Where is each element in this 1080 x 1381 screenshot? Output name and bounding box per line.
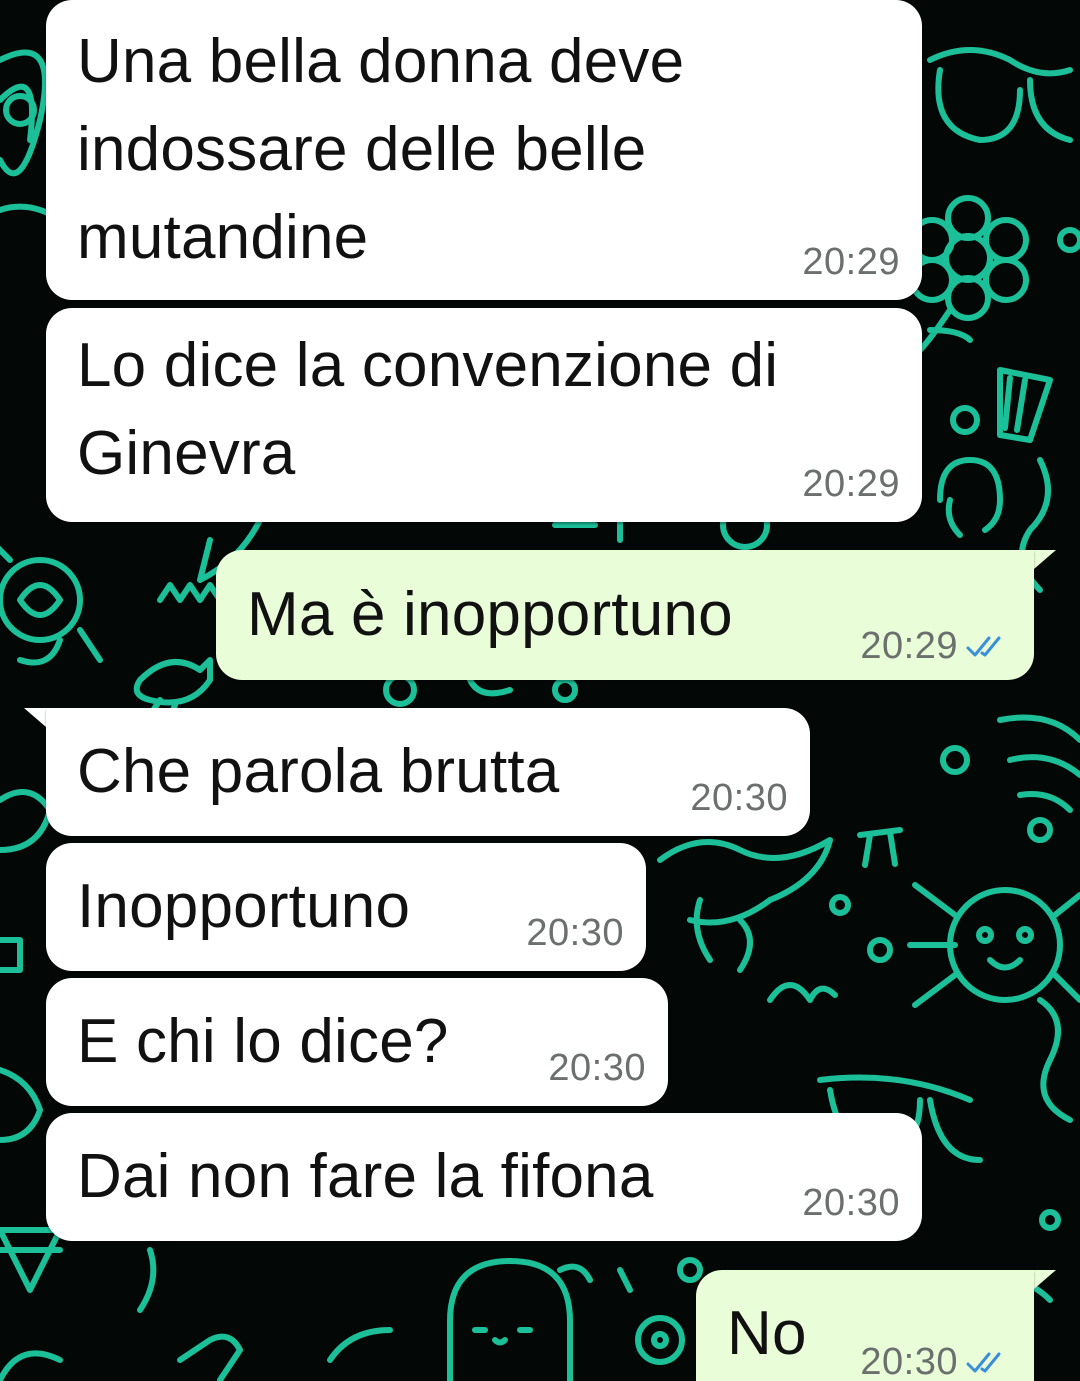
message-meta: 20:30 bbox=[860, 1341, 1010, 1381]
spider-doodle bbox=[907, 882, 1080, 1008]
message-bubble-incoming[interactable]: Dai non fare la fifona 20:30 bbox=[46, 1113, 922, 1241]
sunglasses-doodle bbox=[927, 47, 1073, 143]
message-bubble-incoming[interactable]: Lo dice la convenzione di Ginevra 20:29 bbox=[46, 308, 922, 522]
double-check-icon bbox=[966, 1351, 1010, 1375]
double-check-icon bbox=[966, 635, 1010, 659]
message-time: 20:29 bbox=[802, 463, 900, 505]
rose-doodle bbox=[0, 545, 103, 666]
message-meta: 20:30 bbox=[526, 912, 624, 955]
message-meta: 20:29 bbox=[860, 625, 1010, 668]
wifi-doodle bbox=[997, 714, 1080, 813]
message-time: 20:30 bbox=[860, 1341, 958, 1381]
message-time: 20:30 bbox=[526, 912, 624, 954]
message-text: Una bella donna deve indossare delle bel… bbox=[77, 27, 685, 272]
message-time: 20:29 bbox=[860, 625, 958, 667]
popcorn-doodle bbox=[997, 367, 1053, 443]
message-meta: 20:30 bbox=[690, 777, 788, 820]
message-time: 20:29 bbox=[802, 241, 900, 283]
message-time: 20:30 bbox=[802, 1182, 900, 1224]
pi-doodle bbox=[857, 827, 903, 868]
dragon-doodle bbox=[657, 837, 833, 973]
message-text: Dai non fare la fifona bbox=[77, 1142, 654, 1211]
flower-doodle bbox=[909, 195, 1029, 353]
message-meta: 20:29 bbox=[802, 463, 900, 506]
message-bubble-incoming[interactable]: Che parola brutta 20:30 bbox=[46, 708, 810, 836]
message-text: Che parola brutta bbox=[77, 737, 560, 806]
message-text: Inopportuno bbox=[77, 872, 411, 941]
message-bubble-incoming[interactable]: Una bella donna deve indossare delle bel… bbox=[46, 0, 922, 300]
message-bubble-incoming[interactable]: Inopportuno 20:30 bbox=[46, 843, 646, 971]
message-bubble-outgoing[interactable]: Ma è inopportuno 20:29 bbox=[216, 550, 1034, 680]
message-meta: 20:30 bbox=[802, 1182, 900, 1225]
ghost-doodle bbox=[447, 1258, 573, 1381]
message-bubble-outgoing[interactable]: No 20:30 bbox=[696, 1270, 1034, 1381]
message-time: 20:30 bbox=[548, 1047, 646, 1089]
message-text: Ma è inopportuno bbox=[247, 580, 733, 649]
chat-screen[interactable]: Una bella donna deve indossare delle bel… bbox=[0, 0, 1080, 1381]
cat-doodle bbox=[937, 457, 1003, 538]
message-text: Lo dice la convenzione di Ginevra bbox=[77, 331, 779, 488]
message-bubble-incoming[interactable]: E chi lo dice? 20:30 bbox=[46, 978, 668, 1106]
message-text: No bbox=[727, 1299, 807, 1368]
message-meta: 20:29 bbox=[802, 241, 900, 284]
message-meta: 20:30 bbox=[548, 1047, 646, 1090]
message-text: E chi lo dice? bbox=[77, 1007, 449, 1076]
zigzag-doodle bbox=[157, 582, 223, 603]
diamond-doodle bbox=[0, 1227, 63, 1293]
message-time: 20:30 bbox=[690, 777, 788, 819]
